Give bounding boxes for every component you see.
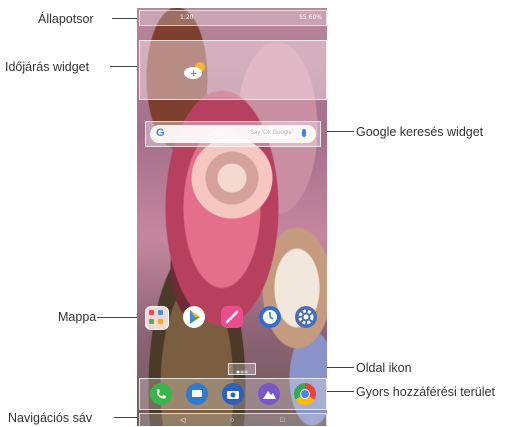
gear-icon[interactable] xyxy=(295,306,317,328)
label-weather-widget: Időjárás widget xyxy=(5,60,90,74)
weather-widget[interactable]: + xyxy=(139,40,327,100)
status-time: 1:20 xyxy=(180,14,194,21)
page-indicator[interactable] xyxy=(228,363,256,375)
mic-icon[interactable] xyxy=(302,129,306,137)
leader-nav-bar xyxy=(114,417,139,418)
pen-note-icon[interactable] xyxy=(221,306,243,328)
leader-quick-access xyxy=(327,391,354,392)
search-placeholder: Say 'Ok Google' xyxy=(250,130,293,136)
phone-screen: 1:20 55 60% + G Say 'Ok Google' ◁ ○ □ xyxy=(137,8,327,426)
messages-icon[interactable] xyxy=(186,383,208,405)
label-folder: Mappa xyxy=(58,310,97,324)
status-battery: 55 60% xyxy=(299,14,322,21)
page-dots-icon xyxy=(236,370,248,374)
svg-text:+: + xyxy=(190,69,198,79)
label-quick-access: Gyors hozzáférési terület xyxy=(356,385,495,399)
back-icon[interactable]: ◁ xyxy=(180,417,185,424)
home-icon[interactable]: ○ xyxy=(230,417,234,424)
cloud-sun-plus-icon: + xyxy=(184,62,205,79)
quick-access-dock xyxy=(139,378,327,410)
navigation-bar: ◁ ○ □ xyxy=(139,413,327,426)
phone-icon[interactable] xyxy=(150,383,172,405)
search-input[interactable]: G Say 'Ok Google' xyxy=(150,125,316,143)
app-folder-icon[interactable] xyxy=(145,306,169,330)
leader-status-bar xyxy=(112,18,137,19)
label-nav-bar: Navigációs sáv xyxy=(8,411,93,425)
label-status-bar: Állapotsor xyxy=(38,12,94,26)
google-search-widget[interactable]: G Say 'Ok Google' xyxy=(145,121,321,147)
recent-apps-icon[interactable]: □ xyxy=(280,417,284,424)
chrome-icon[interactable] xyxy=(294,383,316,405)
status-bar: 1:20 55 60% xyxy=(139,10,327,26)
label-page-icon: Oldal ikon xyxy=(356,361,412,375)
camera-icon[interactable] xyxy=(222,383,244,405)
label-google-search: Google keresés widget xyxy=(356,125,484,139)
play-store-icon[interactable] xyxy=(183,306,205,328)
leader-weather-widget xyxy=(110,66,137,67)
google-g-icon: G xyxy=(156,127,165,139)
gallery-icon[interactable] xyxy=(258,383,280,405)
clock-icon[interactable] xyxy=(259,306,281,328)
home-app-row xyxy=(145,306,321,330)
